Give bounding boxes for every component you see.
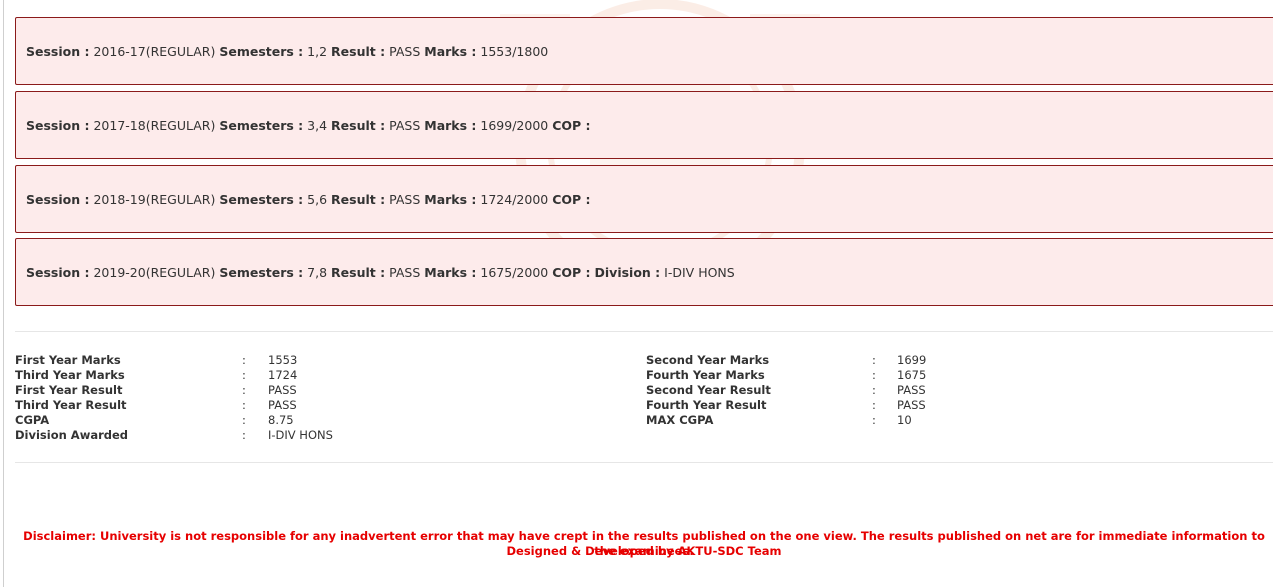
semesters-value: 7,8: [307, 265, 328, 280]
summary-label: Fourth Year Result: [646, 398, 767, 412]
result-value: PASS: [389, 118, 421, 133]
summary-value: 10: [897, 413, 912, 427]
divider: [15, 462, 1273, 463]
summary-separator: :: [872, 383, 876, 397]
session-line: Session : 2016-17(REGULAR) Semesters : 1…: [26, 44, 548, 60]
division-label: Division :: [594, 265, 661, 280]
summary-label: CGPA: [15, 413, 50, 427]
semesters-value: 5,6: [307, 192, 328, 207]
summary-separator: :: [242, 368, 246, 382]
summary-label: Third Year Marks: [15, 368, 125, 382]
marks-value: 1699/2000: [480, 118, 549, 133]
summary-value: 8.75: [268, 413, 294, 427]
summary-separator: :: [872, 368, 876, 382]
summary-value: 1675: [897, 368, 927, 382]
summary-label: First Year Result: [15, 383, 123, 397]
summary-separator: :: [242, 428, 246, 442]
divider: [15, 331, 1273, 332]
cop-label: COP :: [552, 265, 591, 280]
summary-label: Second Year Marks: [646, 353, 770, 367]
summary-separator: :: [872, 398, 876, 412]
marks-label: Marks :: [424, 192, 477, 207]
marks-value: 1553/1800: [480, 44, 549, 59]
result-value: PASS: [389, 265, 421, 280]
cop-label: COP :: [552, 192, 591, 207]
session-record-4: Session : 2019-20(REGULAR) Semesters : 7…: [15, 238, 1273, 306]
summary-separator: :: [872, 413, 876, 427]
marks-label: Marks :: [424, 44, 477, 59]
summary-label: MAX CGPA: [646, 413, 714, 427]
session-value: 2019-20(REGULAR): [93, 265, 216, 280]
summary-label: Second Year Result: [646, 383, 771, 397]
semesters-value: 3,4: [307, 118, 328, 133]
session-label: Session :: [26, 118, 90, 133]
summary-value: PASS: [897, 383, 926, 397]
marks-value: 1724/2000: [480, 192, 549, 207]
session-label: Session :: [26, 265, 90, 280]
summary-separator: :: [242, 353, 246, 367]
summary-value: 1553: [268, 353, 298, 367]
semesters-label: Semesters :: [219, 265, 304, 280]
result-label: Result :: [331, 192, 386, 207]
summary-value: 1724: [268, 368, 298, 382]
session-value: 2017-18(REGULAR): [93, 118, 216, 133]
summary-value: I-DIV HONS: [268, 428, 333, 442]
semesters-label: Semesters :: [219, 44, 304, 59]
session-value: 2016-17(REGULAR): [93, 44, 216, 59]
summary-separator: :: [242, 383, 246, 397]
left-border: [3, 0, 4, 587]
marks-value: 1675/2000: [480, 265, 549, 280]
session-line: Session : 2018-19(REGULAR) Semesters : 5…: [26, 192, 591, 208]
summary-label: First Year Marks: [15, 353, 121, 367]
summary-separator: :: [242, 413, 246, 427]
session-record-3: Session : 2018-19(REGULAR) Semesters : 5…: [15, 165, 1273, 233]
summary-label: Third Year Result: [15, 398, 127, 412]
cop-label: COP :: [552, 118, 591, 133]
summary-value: PASS: [268, 383, 297, 397]
summary-value: PASS: [897, 398, 926, 412]
summary-label: Division Awarded: [15, 428, 129, 442]
session-line: Session : 2019-20(REGULAR) Semesters : 7…: [26, 265, 735, 281]
summary-value: PASS: [268, 398, 297, 412]
session-line: Session : 2017-18(REGULAR) Semesters : 3…: [26, 118, 591, 134]
summary-separator: :: [242, 398, 246, 412]
result-label: Result :: [331, 44, 386, 59]
summary-value: 1699: [897, 353, 927, 367]
session-record-2: Session : 2017-18(REGULAR) Semesters : 3…: [15, 91, 1273, 159]
developer-credit: Designed & Developed by AKTU-SDC Team: [506, 544, 782, 558]
semesters-label: Semesters :: [219, 118, 304, 133]
summary-separator: :: [872, 353, 876, 367]
summary-label: Fourth Year Marks: [646, 368, 765, 382]
result-label: Result :: [331, 265, 386, 280]
marks-label: Marks :: [424, 265, 477, 280]
semesters-value: 1,2: [307, 44, 328, 59]
division-value: I-DIV HONS: [664, 265, 735, 280]
session-value: 2018-19(REGULAR): [93, 192, 216, 207]
result-value: PASS: [389, 192, 421, 207]
semesters-label: Semesters :: [219, 192, 304, 207]
marks-label: Marks :: [424, 118, 477, 133]
session-label: Session :: [26, 44, 90, 59]
session-label: Session :: [26, 192, 90, 207]
session-record-1: Session : 2016-17(REGULAR) Semesters : 1…: [15, 17, 1273, 85]
result-value: PASS: [389, 44, 421, 59]
result-label: Result :: [331, 118, 386, 133]
